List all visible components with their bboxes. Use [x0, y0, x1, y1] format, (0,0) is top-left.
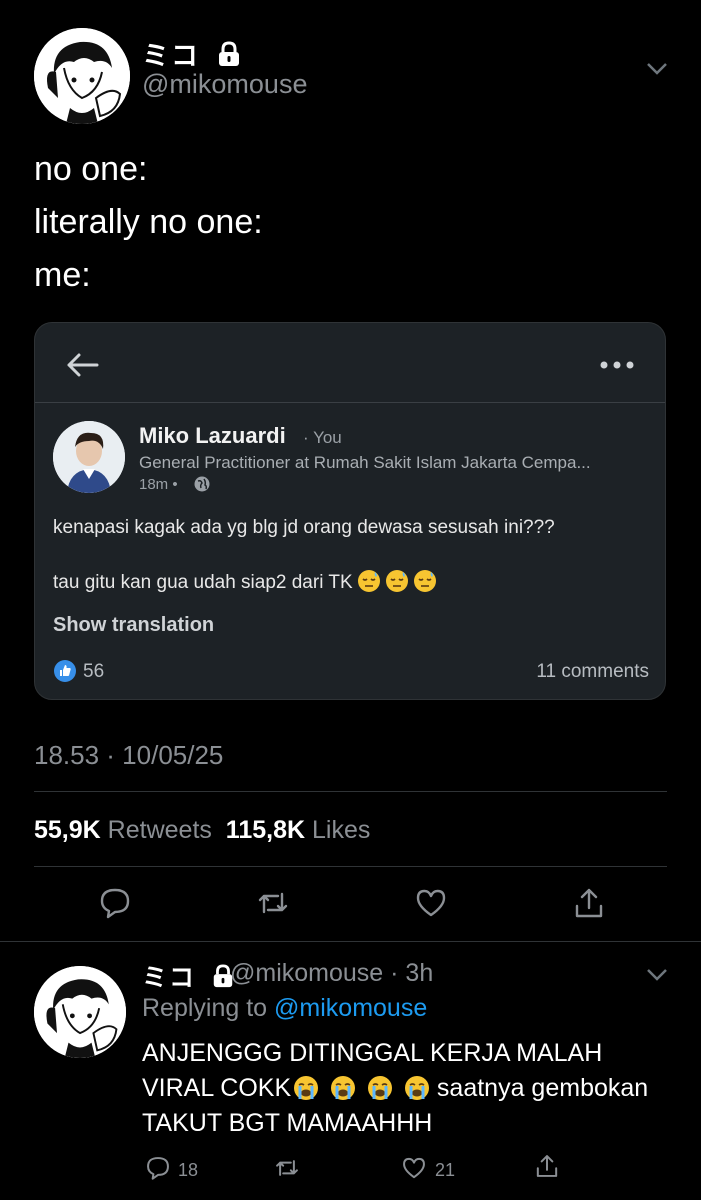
tweet-text: no one: literally no one: me: [34, 143, 263, 302]
sleepy-emoji [385, 569, 409, 593]
reply-text: ANJENGGG DITINGGAL KERJA MALAH VIRAL COK… [142, 1036, 662, 1141]
you-label: · You [303, 428, 342, 447]
chevron-down-icon[interactable] [644, 964, 670, 984]
reply-count: 18 [178, 1160, 199, 1180]
tweet-line: me: [34, 256, 91, 294]
divider [34, 791, 667, 792]
heart-icon[interactable] [414, 886, 448, 920]
post-body-line: kenapasi kagak ada yg blg jd orang dewas… [53, 517, 555, 538]
crying-emoji [404, 1075, 430, 1101]
likes-label[interactable]: Likes [312, 816, 370, 844]
sleepy-emoji [413, 569, 437, 593]
like-count: 21 [435, 1160, 456, 1180]
divider [0, 941, 701, 942]
author-name: Miko Lazuardi [139, 423, 286, 448]
more-dots-icon [599, 357, 635, 369]
reply-icon[interactable] [145, 1155, 171, 1181]
share-icon[interactable] [572, 886, 606, 920]
reply-display-name-text: ミコ [142, 964, 197, 992]
sleepy-emoji [357, 569, 381, 593]
reply-avatar[interactable] [34, 966, 126, 1058]
replying-mention-link[interactable]: @mikomouse [274, 994, 427, 1022]
crying-emoji [330, 1075, 356, 1101]
divider [34, 866, 667, 867]
tweet-stats: 55,9K Retweets 115,8K Likes [34, 816, 370, 845]
replying-to: Replying to @mikomouse [142, 994, 427, 1023]
card-header [35, 323, 665, 403]
post-body-text: tau gitu kan gua udah siap2 dari TK [53, 572, 353, 593]
back-arrow-icon [63, 351, 103, 379]
retweets-count[interactable]: 55,9K [34, 816, 101, 844]
display-name-text: ミコ [142, 41, 200, 71]
replying-prefix: Replying to [142, 994, 268, 1022]
reaction-count: 56 [83, 661, 105, 682]
avatar[interactable] [34, 28, 130, 124]
comment-count: 11 comments [536, 661, 649, 682]
globe-icon [193, 475, 211, 493]
chevron-down-icon[interactable] [644, 58, 670, 78]
retweet-icon[interactable] [256, 886, 290, 920]
crying-emoji [293, 1075, 319, 1101]
crying-emoji [367, 1075, 393, 1101]
profile-photo [53, 421, 125, 493]
author-headline: General Practitioner at Rumah Sakit Isla… [139, 453, 591, 472]
post-body-line: tau gitu kan gua udah siap2 dari TK [53, 569, 437, 594]
tweet-line: no one: [34, 150, 148, 188]
like-thumb-icon [53, 659, 77, 683]
reply-display-name[interactable]: ミコ [142, 958, 235, 995]
share-icon[interactable] [534, 1153, 560, 1179]
post-time: 18m • [139, 476, 178, 493]
show-translation-link: Show translation [53, 614, 215, 636]
retweet-icon[interactable] [272, 1155, 298, 1181]
heart-icon[interactable] [401, 1155, 427, 1181]
tweet-line: literally no one: [34, 203, 263, 241]
reply-icon[interactable] [98, 886, 132, 920]
reply-handle-time[interactable]: @mikomouse · 3h [230, 959, 433, 988]
handle[interactable]: @mikomouse [142, 69, 307, 100]
likes-count[interactable]: 115,8K [226, 816, 305, 844]
attached-image[interactable]: Miko Lazuardi · You General Practitioner… [34, 322, 666, 700]
tweet-timestamp[interactable]: 18.53 · 10/05/25 [34, 740, 223, 771]
retweets-label[interactable]: Retweets [108, 816, 212, 844]
